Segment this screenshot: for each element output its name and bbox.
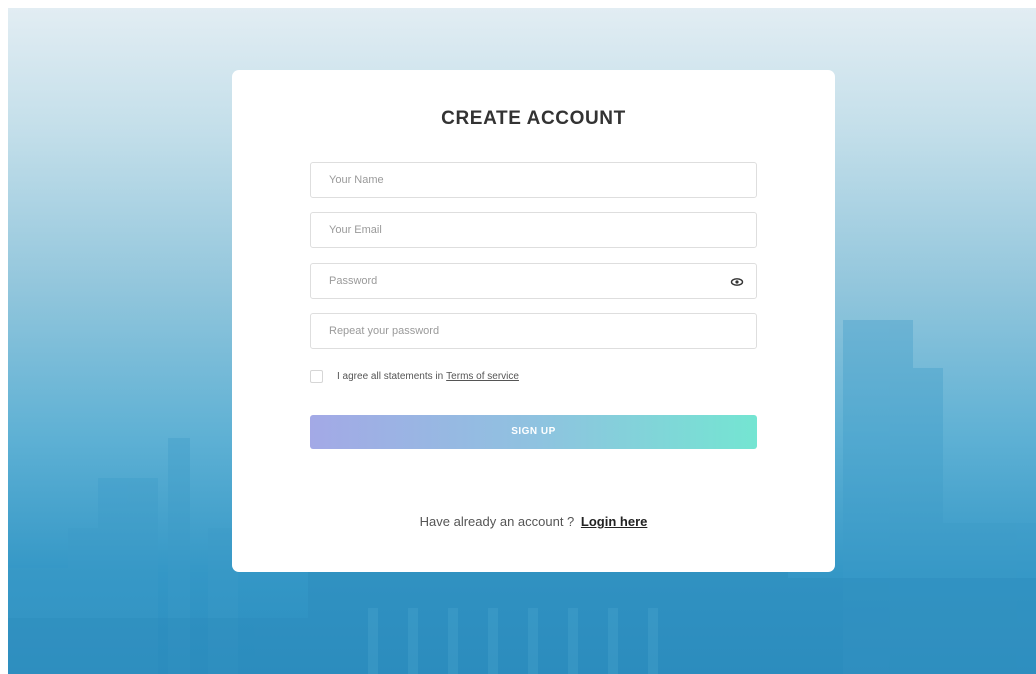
page-title: CREATE ACCOUNT — [441, 108, 626, 129]
repeat-password-field-container — [310, 313, 757, 349]
password-field-container — [310, 263, 757, 299]
name-input[interactable] — [311, 163, 756, 197]
repeat-password-input[interactable] — [311, 314, 756, 348]
signup-card: CREATE ACCOUNT I agree all statements in… — [232, 70, 835, 572]
terms-of-service-link[interactable]: Terms of service — [446, 371, 519, 382]
terms-label: I agree all statements in — [337, 370, 444, 382]
terms-checkbox[interactable] — [310, 369, 323, 383]
sign-up-button[interactable]: SIGN UP — [310, 415, 757, 449]
login-prompt-text: Have already an account ? — [419, 514, 575, 529]
name-field-container — [310, 162, 757, 198]
password-input[interactable] — [311, 264, 756, 298]
terms-row: I agree all statements in Terms of servi… — [310, 369, 519, 383]
email-input[interactable] — [311, 213, 756, 247]
email-field-container — [310, 212, 757, 248]
login-prompt-row: Have already an account ? Login here — [232, 514, 835, 529]
login-here-link[interactable]: Login here — [581, 514, 647, 529]
eye-icon[interactable] — [730, 275, 744, 289]
